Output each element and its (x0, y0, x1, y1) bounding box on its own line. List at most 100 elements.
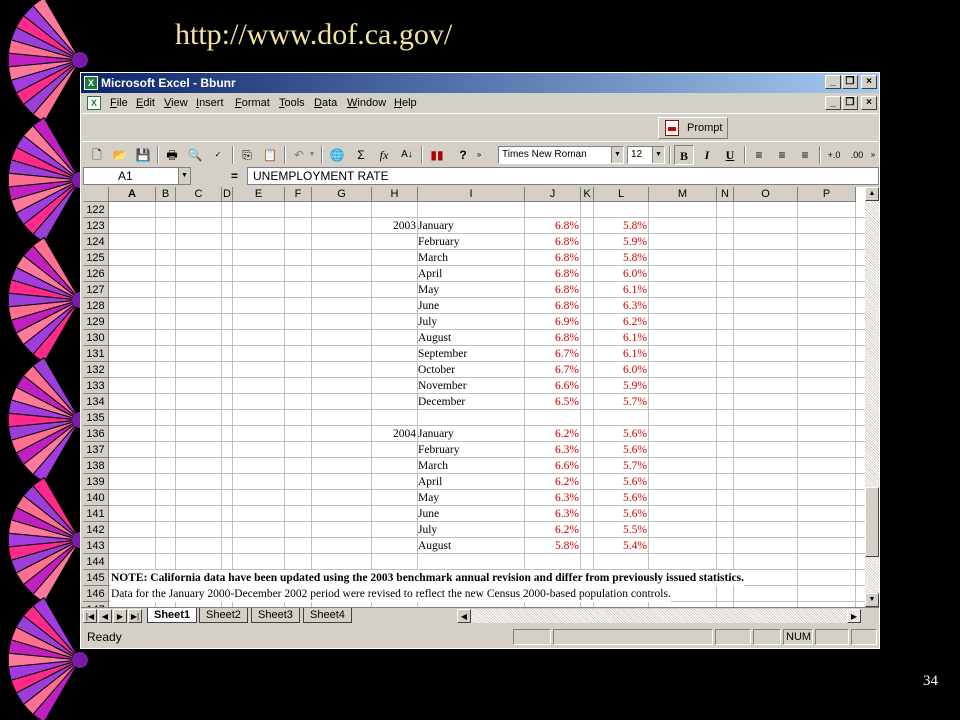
column-header-e[interactable]: E (233, 187, 285, 202)
rate-cell-j[interactable]: 6.3% (525, 490, 581, 506)
column-header-d[interactable]: D (222, 187, 233, 202)
note-cell[interactable]: Data for the January 2000-December 2002 … (111, 586, 671, 602)
tab-sheet1[interactable]: Sheet1 (147, 608, 198, 623)
font-name-select[interactable]: Times New Roman ▼ (498, 146, 624, 164)
tab-sheet4[interactable]: Sheet4 (303, 608, 352, 623)
column-header-g[interactable]: G (312, 187, 372, 202)
row-header[interactable]: 137 (83, 442, 109, 458)
row-header[interactable]: 124 (83, 234, 109, 250)
menu-tools[interactable]: Tools (279, 93, 305, 113)
rate-cell-l[interactable]: 5.9% (594, 378, 649, 394)
rate-cell-l[interactable]: 5.7% (594, 458, 649, 474)
month-cell[interactable]: August (418, 538, 525, 554)
menu-insert[interactable]: Insert (196, 93, 224, 113)
column-header-c[interactable]: C (176, 187, 222, 202)
rate-cell-j[interactable]: 6.7% (525, 362, 581, 378)
decrease-decimal-icon[interactable]: .00 (847, 145, 867, 165)
rate-cell-l[interactable]: 5.9% (594, 234, 649, 250)
rate-cell-l[interactable]: 5.6% (594, 506, 649, 522)
row-header[interactable]: 146 (83, 586, 109, 602)
month-cell[interactable]: February (418, 234, 525, 250)
year-cell[interactable]: 2004 (372, 426, 418, 442)
menu-data[interactable]: Data (314, 93, 337, 113)
month-cell[interactable]: October (418, 362, 525, 378)
menu-edit[interactable]: Edit (136, 93, 155, 113)
tab-sheet3[interactable]: Sheet3 (251, 608, 300, 623)
row-header[interactable]: 130 (83, 330, 109, 346)
spreadsheet-grid[interactable]: A B C D E F G H I J K L M N O P 122 123 2003 January 6.8% 5.8… (83, 187, 865, 607)
month-cell[interactable]: June (418, 298, 525, 314)
rate-cell-l[interactable]: 6.1% (594, 346, 649, 362)
column-header-o[interactable]: O (734, 187, 798, 202)
month-cell[interactable]: July (418, 314, 525, 330)
align-left-icon[interactable]: ≡ (749, 145, 769, 165)
rate-cell-j[interactable]: 6.8% (525, 282, 581, 298)
rate-cell-l[interactable]: 5.6% (594, 442, 649, 458)
rate-cell-l[interactable]: 6.0% (594, 266, 649, 282)
rate-cell-j[interactable]: 6.6% (525, 458, 581, 474)
row-header[interactable]: 144 (83, 554, 109, 570)
rate-cell-j[interactable]: 6.8% (525, 234, 581, 250)
equals-sign[interactable]: = (231, 167, 238, 185)
scroll-left-icon[interactable]: ◀ (457, 609, 471, 623)
workbook-minimize-button[interactable]: _ (825, 96, 841, 110)
month-cell[interactable]: December (418, 394, 525, 410)
new-document-icon[interactable]: 🗋 (87, 145, 107, 165)
close-button[interactable]: × (861, 75, 877, 89)
month-cell[interactable]: March (418, 250, 525, 266)
menu-help[interactable]: Help (394, 93, 417, 113)
rate-cell-j[interactable]: 5.8% (525, 538, 581, 554)
menu-file[interactable]: File (110, 93, 128, 113)
rate-cell-l[interactable]: 6.3% (594, 298, 649, 314)
row-header[interactable]: 122 (83, 202, 109, 218)
row-header[interactable]: 125 (83, 250, 109, 266)
font-size-select[interactable]: 12 ▼ (627, 146, 665, 164)
month-cell[interactable]: March (418, 458, 525, 474)
rate-cell-j[interactable]: 6.8% (525, 218, 581, 234)
menu-view[interactable]: View (164, 93, 188, 113)
column-header-i[interactable]: I (418, 187, 525, 202)
align-center-icon[interactable]: ≡ (772, 145, 792, 165)
rate-cell-j[interactable]: 6.3% (525, 506, 581, 522)
minimize-button[interactable]: _ (825, 75, 841, 89)
row-header[interactable]: 128 (83, 298, 109, 314)
workbook-close-button[interactable]: × (861, 96, 877, 110)
row-header[interactable]: 132 (83, 362, 109, 378)
month-cell[interactable]: June (418, 506, 525, 522)
row-header[interactable]: 123 (83, 218, 109, 234)
column-header-a[interactable]: A (109, 187, 156, 202)
month-cell[interactable]: January (418, 426, 525, 442)
prompt-button[interactable]: Prompt (658, 117, 728, 139)
workbook-restore-button[interactable]: ❐ (842, 96, 858, 110)
prev-sheet-icon[interactable]: ◀ (98, 609, 112, 623)
rate-cell-j[interactable]: 6.8% (525, 250, 581, 266)
rate-cell-j[interactable]: 6.5% (525, 394, 581, 410)
vertical-scrollbar[interactable]: ▲ ▼ (865, 187, 879, 607)
undo-icon[interactable]: ↶ (289, 145, 309, 165)
row-header[interactable]: 138 (83, 458, 109, 474)
column-header-n[interactable]: N (717, 187, 734, 202)
scroll-thumb[interactable] (865, 487, 879, 557)
rate-cell-l[interactable]: 5.8% (594, 218, 649, 234)
underline-icon[interactable]: U (720, 145, 740, 165)
column-header-b[interactable]: B (156, 187, 176, 202)
column-header-m[interactable]: M (649, 187, 717, 202)
copy-icon[interactable]: ⎘ (237, 145, 257, 165)
rate-cell-j[interactable]: 6.6% (525, 378, 581, 394)
scroll-right-icon[interactable]: ▶ (847, 609, 861, 623)
row-header[interactable]: 135 (83, 410, 109, 426)
scroll-up-icon[interactable]: ▲ (865, 187, 879, 201)
spelling-icon[interactable]: ✓ (208, 145, 228, 165)
rate-cell-j[interactable]: 6.9% (525, 314, 581, 330)
formula-input[interactable]: UNEMPLOYMENT RATE (247, 167, 879, 185)
month-cell[interactable]: January (418, 218, 525, 234)
month-cell[interactable]: November (418, 378, 525, 394)
month-cell[interactable]: September (418, 346, 525, 362)
toolbar-options-icon[interactable]: » (473, 145, 485, 165)
rate-cell-l[interactable]: 6.1% (594, 282, 649, 298)
help-icon[interactable]: ? (453, 145, 473, 165)
hyperlink-globe-icon[interactable]: 🌐 (327, 145, 347, 165)
rate-cell-l[interactable]: 6.2% (594, 314, 649, 330)
month-cell[interactable]: April (418, 266, 525, 282)
rate-cell-j[interactable]: 6.2% (525, 474, 581, 490)
